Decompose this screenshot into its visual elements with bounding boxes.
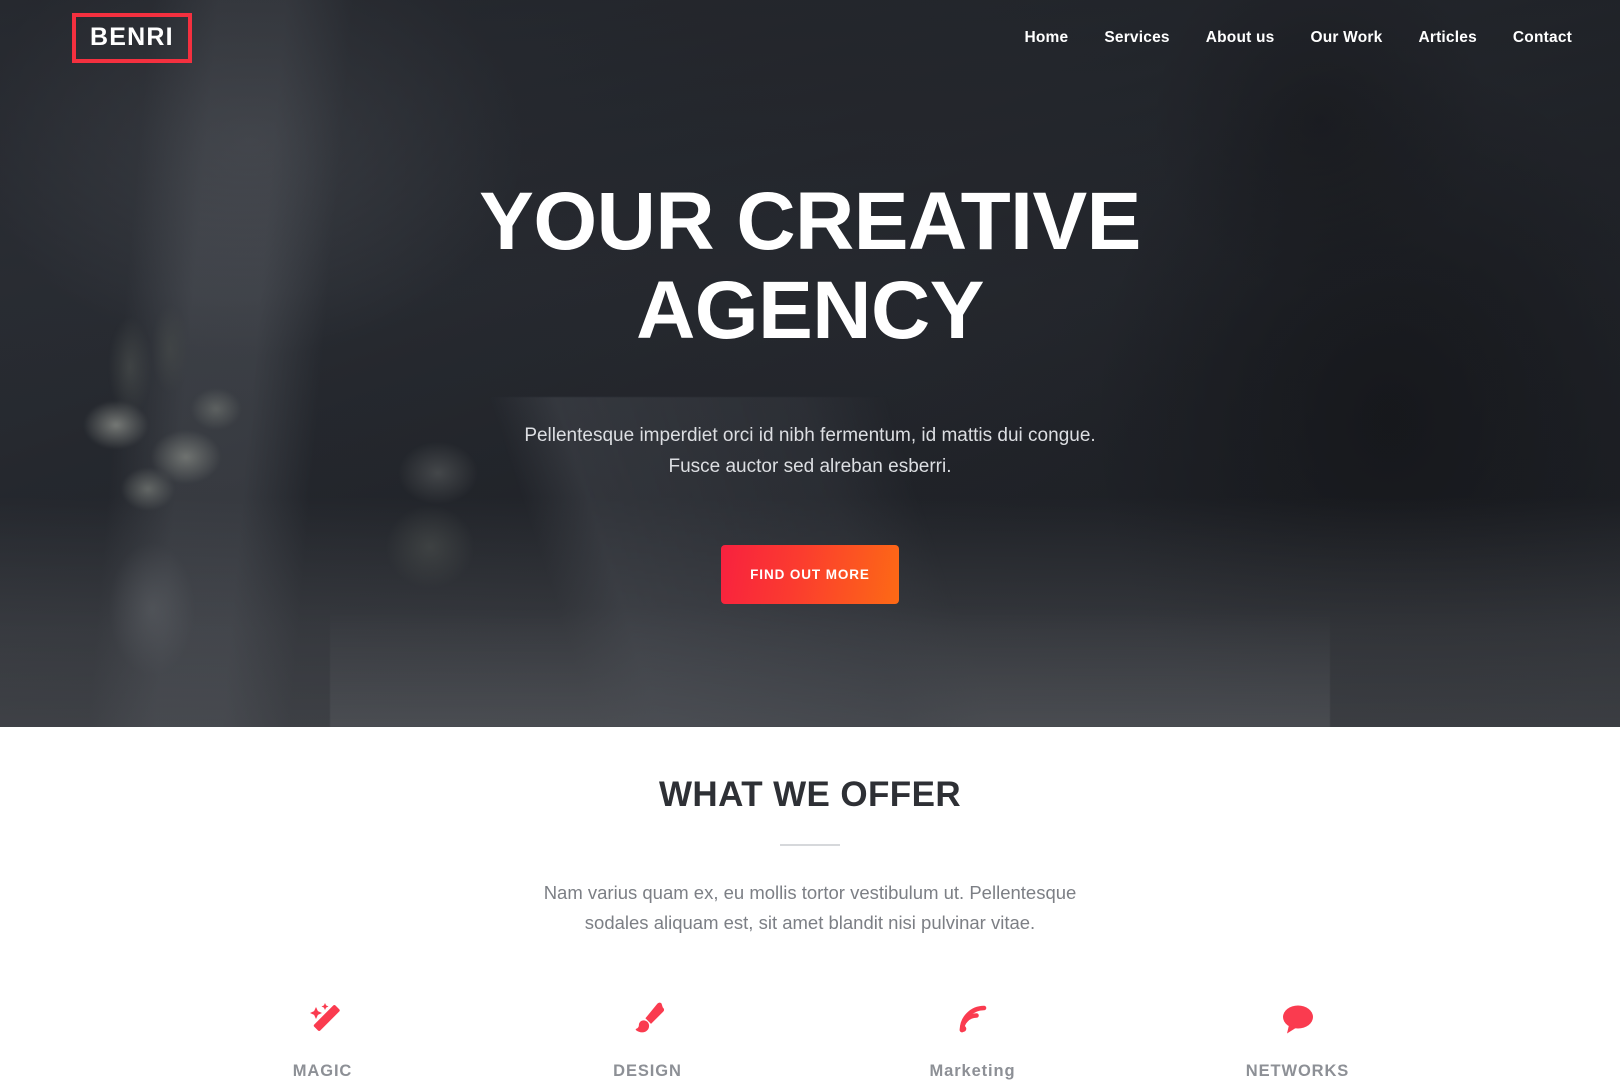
service-label-design: DESIGN <box>613 1061 682 1080</box>
offer-section: WHAT WE OFFER Nam varius quam ex, eu mol… <box>0 727 1620 1080</box>
hero-heading: YOUR CREATIVE AGENCY <box>479 176 1141 356</box>
hero-heading-line-2: AGENCY <box>636 264 984 356</box>
service-label-marketing: Marketing <box>929 1061 1016 1080</box>
hero-content: YOUR CREATIVE AGENCY Pellentesque imperd… <box>0 0 1620 727</box>
hero-subtitle-line-2: Fusce auctor sed alreban esberri. <box>668 455 952 477</box>
nav-item-home[interactable]: Home <box>1024 29 1068 47</box>
service-item-magic[interactable]: MAGIC <box>160 996 485 1080</box>
nav-item-about-us[interactable]: About us <box>1206 29 1275 47</box>
speech-bubble-icon <box>1276 996 1320 1042</box>
service-item-design[interactable]: DESIGN <box>485 996 810 1080</box>
offer-description-line-1: Nam varius quam ex, eu mollis tortor ves… <box>543 882 1077 903</box>
hero-heading-line-1: YOUR CREATIVE <box>479 176 1141 267</box>
offer-divider <box>780 844 840 846</box>
services-row: MAGIC DESIGN Marketing NETWORKS <box>0 996 1620 1080</box>
paintbrush-icon <box>626 996 670 1042</box>
service-label-networks: NETWORKS <box>1245 1061 1350 1080</box>
magic-wand-icon <box>301 996 345 1042</box>
hero-subtitle: Pellentesque imperdiet orci id nibh ferm… <box>524 421 1095 483</box>
nav-item-contact[interactable]: Contact <box>1513 29 1572 47</box>
nav-item-articles[interactable]: Articles <box>1418 29 1476 47</box>
service-label-magic: MAGIC <box>292 1061 353 1080</box>
main-navigation: Home Services About us Our Work Articles… <box>1024 29 1572 47</box>
rss-signal-icon <box>951 996 995 1042</box>
offer-description: Nam varius quam ex, eu mollis tortor ves… <box>500 878 1120 938</box>
offer-heading: WHAT WE OFFER <box>659 775 961 814</box>
site-header: BENRI Home Services About us Our Work Ar… <box>0 0 1620 76</box>
service-item-marketing[interactable]: Marketing <box>810 996 1135 1080</box>
offer-description-line-2: sodales aliquam est, sit amet blandit ni… <box>584 911 1036 933</box>
nav-item-our-work[interactable]: Our Work <box>1311 29 1383 47</box>
brand-logo[interactable]: BENRI <box>72 13 192 63</box>
hero-section: BENRI Home Services About us Our Work Ar… <box>0 0 1620 727</box>
hero-subtitle-line-1: Pellentesque imperdiet orci id nibh ferm… <box>524 425 1096 447</box>
service-item-networks[interactable]: NETWORKS <box>1135 996 1460 1080</box>
nav-item-services[interactable]: Services <box>1104 29 1169 47</box>
find-out-more-button[interactable]: FIND OUT MORE <box>721 544 899 604</box>
